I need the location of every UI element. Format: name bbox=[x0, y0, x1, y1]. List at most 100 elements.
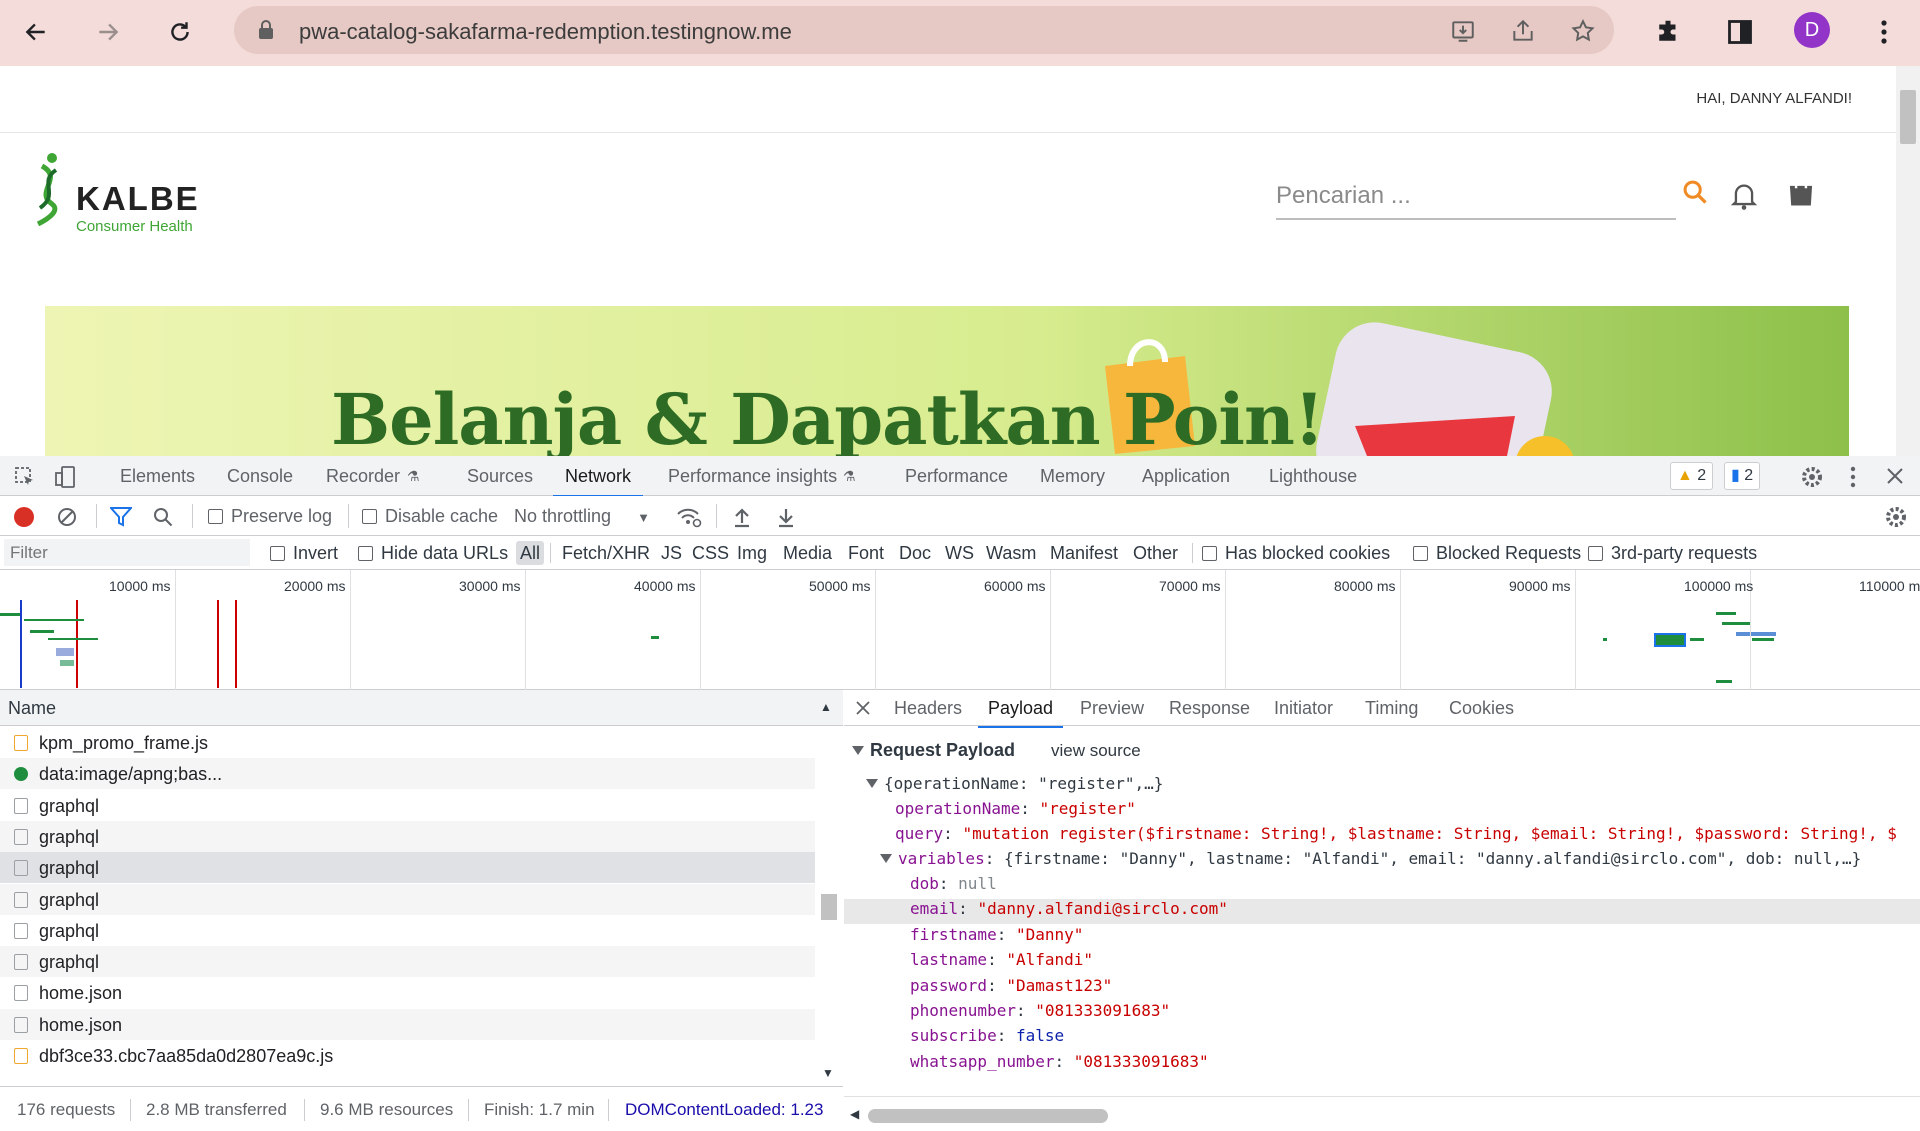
tab-performance-insights[interactable]: Performance insights bbox=[668, 466, 837, 487]
install-app-icon[interactable] bbox=[1448, 16, 1478, 46]
view-source-link[interactable]: view source bbox=[1051, 741, 1141, 761]
address-bar[interactable]: pwa-catalog-sakafarma-redemption.testing… bbox=[234, 6, 1614, 54]
share-icon[interactable] bbox=[1508, 16, 1538, 46]
request-row[interactable]: data:image/apng;bas... bbox=[0, 758, 815, 790]
tab-payload[interactable]: Payload bbox=[977, 698, 1064, 728]
close-detail-icon[interactable] bbox=[856, 701, 870, 715]
filter-type-js[interactable]: JS bbox=[661, 543, 682, 564]
variable-whatsapp-number[interactable]: whatsapp_number: "081333091683" bbox=[910, 1052, 1209, 1071]
variable-email[interactable]: email: "danny.alfandi@sirclo.com" bbox=[910, 899, 1228, 918]
filter-type-ws[interactable]: WS bbox=[945, 543, 974, 564]
filter-type-wasm[interactable]: Wasm bbox=[986, 543, 1036, 564]
filter-type-media[interactable]: Media bbox=[783, 543, 832, 564]
disable-cache-checkbox[interactable]: Disable cache bbox=[362, 506, 498, 527]
filter-type-img[interactable]: Img bbox=[737, 543, 767, 564]
blocked-cookies-checkbox[interactable]: Has blocked cookies bbox=[1202, 543, 1390, 564]
user-greeting[interactable]: HAI, DANNY ALFANDI! bbox=[1696, 90, 1852, 107]
tab-initiator[interactable]: Initiator bbox=[1274, 698, 1333, 719]
messages-badge[interactable]: ▮ 2 bbox=[1724, 462, 1761, 490]
warnings-badge[interactable]: ▲ 2 bbox=[1670, 462, 1714, 490]
search-input[interactable] bbox=[1276, 176, 1676, 216]
variable-phonenumber[interactable]: phonenumber: "081333091683" bbox=[910, 1001, 1170, 1020]
reload-button[interactable] bbox=[160, 12, 200, 52]
browser-menu-icon[interactable] bbox=[1864, 12, 1904, 52]
tab-application[interactable]: Application bbox=[1142, 466, 1230, 487]
request-row[interactable]: home.json bbox=[0, 1008, 815, 1040]
tab-lighthouse[interactable]: Lighthouse bbox=[1269, 466, 1357, 487]
tab-response[interactable]: Response bbox=[1169, 698, 1250, 719]
network-conditions-icon[interactable] bbox=[676, 506, 702, 528]
list-header[interactable]: Name ▲ bbox=[0, 690, 843, 726]
search-icon[interactable] bbox=[1681, 178, 1709, 206]
request-row[interactable]: graphql bbox=[0, 883, 815, 915]
request-row[interactable]: kpm_promo_frame.js bbox=[0, 727, 815, 758]
request-row[interactable]: graphql bbox=[0, 946, 815, 978]
export-har-icon[interactable] bbox=[776, 506, 796, 528]
tab-recorder[interactable]: Recorder bbox=[326, 466, 400, 487]
filter-type-font[interactable]: Font bbox=[848, 543, 884, 564]
side-panel-icon[interactable] bbox=[1720, 12, 1760, 52]
tab-memory[interactable]: Memory bbox=[1040, 466, 1105, 487]
forward-button[interactable] bbox=[88, 12, 128, 52]
kalbe-logo[interactable]: KALBE Consumer Health bbox=[30, 152, 220, 244]
filter-funnel-icon[interactable] bbox=[110, 507, 132, 527]
back-button[interactable] bbox=[16, 12, 56, 52]
scroll-thumb[interactable] bbox=[821, 894, 837, 920]
variable-firstname[interactable]: firstname: "Danny" bbox=[910, 925, 1083, 944]
scroll-left-icon[interactable]: ◀ bbox=[850, 1107, 859, 1121]
network-settings-gear-icon[interactable] bbox=[1884, 505, 1908, 529]
column-name-header[interactable]: Name bbox=[8, 698, 56, 719]
tab-headers[interactable]: Headers bbox=[894, 698, 962, 719]
tab-sources[interactable]: Sources bbox=[467, 466, 533, 487]
tab-elements[interactable]: Elements bbox=[120, 466, 195, 487]
search-icon[interactable] bbox=[152, 506, 174, 528]
preserve-log-checkbox[interactable]: Preserve log bbox=[208, 506, 332, 527]
tab-performance[interactable]: Performance bbox=[905, 466, 1008, 487]
payload-root[interactable]: {operationName: "register",…} bbox=[866, 774, 1163, 793]
filter-type-css[interactable]: CSS bbox=[692, 543, 729, 564]
filter-type-fetch-xhr[interactable]: Fetch/XHR bbox=[562, 543, 650, 564]
filter-type-all[interactable]: All bbox=[516, 541, 545, 565]
filter-type-doc[interactable]: Doc bbox=[899, 543, 931, 564]
bookmark-star-icon[interactable] bbox=[1568, 16, 1598, 46]
throttling-select[interactable]: No throttling ▼ bbox=[514, 506, 650, 527]
clear-icon[interactable] bbox=[56, 506, 78, 528]
invert-checkbox[interactable]: Invert bbox=[270, 543, 338, 564]
request-row[interactable]: graphql bbox=[0, 790, 815, 821]
request-row[interactable]: dbf3ce33.cbc7aa85da0d2807ea9c.js bbox=[0, 1040, 815, 1071]
network-overview-timeline[interactable]: 10000 ms 20000 ms 30000 ms 40000 ms 50000 ms… bbox=[0, 570, 1920, 690]
variable-subscribe[interactable]: subscribe: false bbox=[910, 1026, 1064, 1045]
request-row[interactable]: graphql bbox=[0, 915, 815, 946]
variables-row[interactable]: variables: {firstname: "Danny", lastname… bbox=[880, 849, 1861, 868]
detail-horizontal-scrollbar[interactable]: ◀ bbox=[844, 1096, 1920, 1131]
more-options-icon[interactable] bbox=[1850, 466, 1856, 488]
request-row[interactable]: graphql bbox=[0, 820, 815, 852]
record-button[interactable] bbox=[14, 507, 34, 527]
variable-lastname[interactable]: lastname: "Alfandi" bbox=[910, 950, 1093, 969]
bell-icon[interactable] bbox=[1730, 181, 1758, 211]
scroll-down-icon[interactable]: ▼ bbox=[822, 1066, 834, 1080]
request-row[interactable]: graphql bbox=[0, 852, 815, 884]
tab-cookies[interactable]: Cookies bbox=[1449, 698, 1514, 719]
variable-dob[interactable]: dob: null bbox=[910, 874, 997, 893]
filter-type-manifest[interactable]: Manifest bbox=[1050, 543, 1118, 564]
profile-avatar[interactable]: D bbox=[1794, 12, 1830, 48]
blocked-requests-checkbox[interactable]: Blocked Requests bbox=[1413, 543, 1581, 564]
device-toolbar-icon[interactable] bbox=[54, 465, 76, 489]
inspect-element-icon[interactable] bbox=[14, 466, 36, 488]
request-payload-header[interactable]: Request Payload bbox=[852, 740, 1015, 761]
tab-timing[interactable]: Timing bbox=[1365, 698, 1418, 719]
close-devtools-icon[interactable] bbox=[1886, 467, 1904, 485]
tab-console[interactable]: Console bbox=[227, 466, 293, 487]
tab-preview[interactable]: Preview bbox=[1080, 698, 1144, 719]
filter-input[interactable] bbox=[4, 539, 250, 566]
page-scrollbar[interactable] bbox=[1896, 66, 1920, 456]
request-row[interactable]: home.json bbox=[0, 977, 815, 1008]
shopping-bag-icon[interactable] bbox=[1786, 176, 1816, 208]
import-har-icon[interactable] bbox=[732, 506, 752, 528]
variable-password[interactable]: password: "Damast123" bbox=[910, 976, 1112, 995]
tab-network[interactable]: Network bbox=[552, 466, 644, 497]
list-scrollbar[interactable]: ▼ bbox=[815, 726, 843, 1086]
promo-banner[interactable]: Belanja & Dapatkan Poin! bbox=[45, 306, 1849, 456]
hide-data-urls-checkbox[interactable]: Hide data URLs bbox=[358, 543, 508, 564]
